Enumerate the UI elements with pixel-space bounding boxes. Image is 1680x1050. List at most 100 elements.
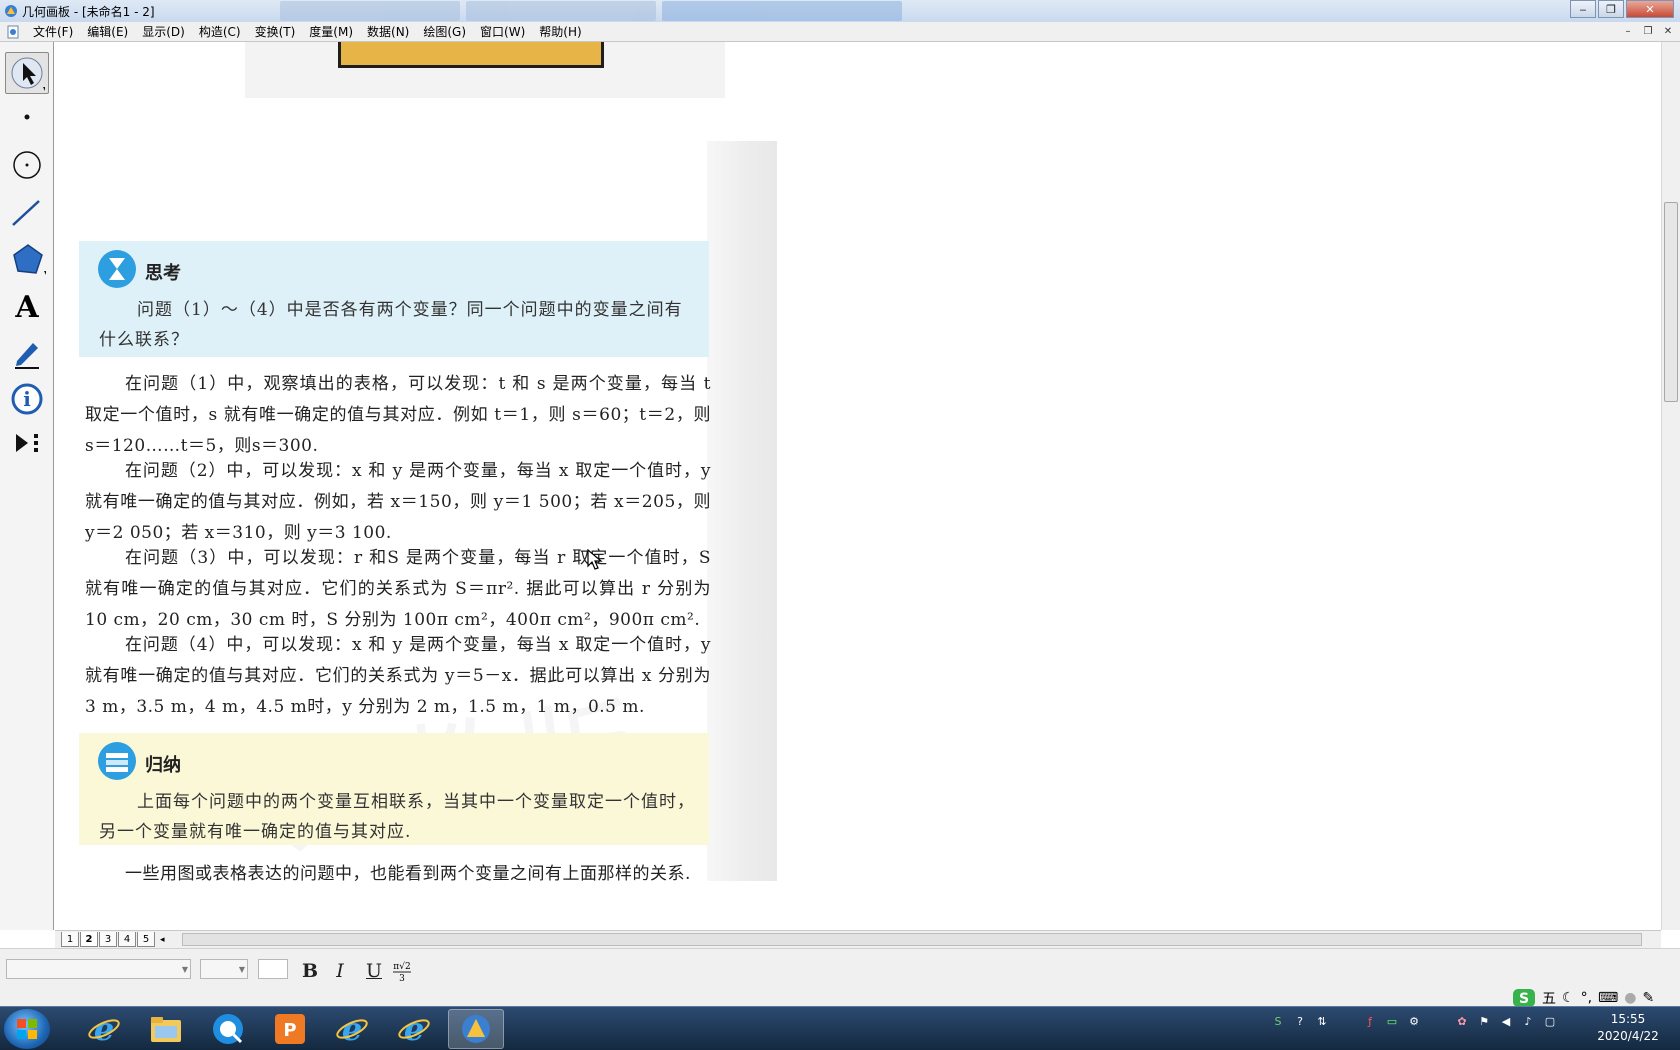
start-button[interactable] — [4, 1009, 50, 1049]
illustration-fragment — [338, 42, 604, 68]
bold-button[interactable]: B — [298, 959, 322, 983]
point-tool[interactable] — [5, 96, 49, 138]
keyboard-icon[interactable]: ⌨ — [1598, 990, 1618, 1006]
tray-volume-icon[interactable]: ♪ — [1520, 1013, 1536, 1029]
italic-button[interactable]: I — [328, 959, 352, 983]
tray-battery-icon[interactable]: ▭ — [1384, 1013, 1400, 1029]
taskbar-ie-2[interactable]: e — [324, 1009, 380, 1049]
background-window-tabs — [280, 0, 1040, 22]
text-color-button[interactable] — [258, 959, 288, 979]
document-icon[interactable] — [6, 25, 20, 39]
taskbar-qq-browser[interactable] — [200, 1009, 256, 1049]
tray-speaker-icon[interactable]: ◀ — [1498, 1013, 1514, 1029]
window-title: 几何画板 - [未命名1 - 2] — [22, 4, 155, 19]
tray-network-share-icon[interactable]: ⇅ — [1314, 1013, 1330, 1029]
half-width-icon[interactable]: ☾ — [1562, 990, 1575, 1006]
horizontal-scroll-thumb[interactable] — [183, 934, 1641, 945]
wps-presentation-icon: P — [275, 1014, 305, 1044]
marker-tool[interactable] — [5, 332, 49, 374]
text-a-icon: A — [15, 289, 39, 325]
wrench-icon[interactable]: ✎ — [1642, 990, 1654, 1006]
menu-construct[interactable]: 构造(C) — [192, 22, 248, 42]
custom-tool[interactable] — [5, 422, 49, 464]
straightedge-tool[interactable] — [5, 192, 49, 234]
vertical-scrollbar[interactable] — [1661, 42, 1680, 930]
scroll-left-icon[interactable]: ◂ — [160, 935, 165, 945]
sketch-canvas[interactable]: 人教版 思考 问题（1）～（4）中是否各有两个变量？同一个问题中的变量之间有什么… — [55, 42, 1661, 930]
tray-display-icon[interactable]: ▢ — [1542, 1013, 1558, 1029]
windows-logo-icon — [17, 1019, 37, 1039]
minimize-button[interactable]: ‒ — [1570, 0, 1596, 18]
tray-help-icon[interactable]: ? — [1292, 1013, 1308, 1029]
taskbar-wps[interactable]: P — [262, 1009, 318, 1049]
tray-update-icon[interactable]: ⚙ — [1406, 1013, 1422, 1029]
taskbar-ie-3[interactable]: e — [386, 1009, 442, 1049]
page-tab-3[interactable]: 3 — [99, 932, 117, 947]
doc-minimize-button[interactable]: – — [1620, 24, 1636, 39]
taskbar: e P e e S ? ⇅ ƒ ▭ ⚙ ✿ ⚑ ◀ ♪ ▢ 15:55 2020… — [0, 1006, 1680, 1050]
menu-graph[interactable]: 绘图(G) — [416, 22, 473, 42]
horizontal-scrollbar[interactable] — [182, 933, 1642, 946]
font-size-select[interactable]: ▼ — [200, 959, 248, 979]
summary-text: 上面每个问题中的两个变量互相联系，当其中一个变量取定一个值时，另一个变量就有唯一… — [99, 792, 695, 842]
menu-file[interactable]: 文件(F) — [26, 22, 80, 42]
tray-flower-icon[interactable]: ✿ — [1454, 1013, 1470, 1029]
summary-title: 归纳 — [145, 755, 181, 776]
font-family-select[interactable]: ▼ — [6, 959, 191, 979]
polygon-icon — [13, 244, 46, 275]
tray-flag-icon[interactable]: ⚑ — [1476, 1013, 1492, 1029]
title-bar: 几何画板 - [未命名1 - 2] — [0, 0, 1680, 22]
chevron-down-icon: ▼ — [181, 965, 188, 974]
menu-measure[interactable]: 度量(M) — [302, 22, 360, 42]
arrow-cursor-icon — [11, 57, 45, 91]
page-tab-1[interactable]: 1 — [61, 932, 79, 947]
think-text: 问题（1）～（4）中是否各有两个变量？同一个问题中的变量之间有什么联系？ — [99, 300, 683, 350]
system-tray: S ? ⇅ ƒ ▭ ⚙ ✿ ⚑ ◀ ♪ ▢ — [1270, 1013, 1558, 1029]
page-tab-5[interactable]: 5 — [137, 932, 155, 947]
svg-text:3: 3 — [399, 974, 405, 983]
svg-text:e: e — [404, 1012, 424, 1046]
maximize-button[interactable]: ❐ — [1598, 0, 1624, 18]
underline-button[interactable]: U — [362, 959, 386, 983]
line-segment-icon — [12, 200, 40, 226]
menu-display[interactable]: 显示(D) — [135, 22, 192, 42]
mouse-pointer-icon — [587, 549, 603, 570]
ime-mode[interactable]: 五 — [1542, 988, 1556, 1008]
page-tab-4[interactable]: 4 — [118, 932, 136, 947]
svg-text:e: e — [342, 1012, 362, 1046]
tray-flash-icon[interactable]: ƒ — [1362, 1013, 1378, 1029]
information-tool[interactable]: i — [5, 378, 49, 420]
doc-close-button[interactable]: ✕ — [1660, 24, 1676, 39]
internet-explorer-icon: e — [336, 1012, 368, 1046]
close-button[interactable]: ✕ — [1626, 0, 1674, 18]
text-tool[interactable]: A — [5, 286, 49, 328]
taskbar-sketchpad[interactable] — [448, 1009, 504, 1049]
menu-window[interactable]: 窗口(W) — [473, 22, 532, 42]
punctuation-icon[interactable]: °, — [1581, 990, 1592, 1006]
taskbar-clock[interactable]: 15:55 2020/4/22 — [1585, 1011, 1671, 1045]
arrow-select-tool[interactable] — [5, 52, 49, 94]
geometer-sketchpad-icon — [4, 4, 18, 18]
vertical-scroll-thumb[interactable] — [1664, 202, 1678, 402]
geometer-sketchpad-icon — [462, 1015, 490, 1043]
chevron-down-icon: ▼ — [238, 965, 245, 974]
tray-sogou-icon[interactable]: S — [1270, 1013, 1286, 1029]
internet-explorer-icon: e — [398, 1012, 430, 1046]
taskbar-ie-1[interactable]: e — [76, 1009, 132, 1049]
hourglass-icon — [98, 250, 136, 288]
compass-tool[interactable] — [5, 144, 49, 186]
math-format-button[interactable]: π√2 3 — [390, 959, 414, 983]
textbook-page-image: 人教版 思考 问题（1）～（4）中是否各有两个变量？同一个问题中的变量之间有什么… — [67, 141, 827, 884]
ime-toolbar[interactable]: S 五 ☾ °, ⌨ ● ✎ — [1512, 988, 1654, 1008]
paragraph-problem-4: 在问题（4）中，可以发现：x 和 y 是两个变量，每当 x 取定一个值时，y 就… — [85, 635, 711, 717]
polygon-tool[interactable] — [5, 238, 49, 280]
play-more-icon — [16, 434, 38, 452]
doc-restore-button[interactable]: ❐ — [1640, 24, 1656, 39]
menu-help[interactable]: 帮助(H) — [532, 22, 588, 42]
user-icon[interactable]: ● — [1624, 990, 1636, 1006]
menu-transform[interactable]: 变换(T) — [248, 22, 303, 42]
menu-data[interactable]: 数据(N) — [360, 22, 416, 42]
page-tab-2[interactable]: 2 — [80, 932, 98, 947]
taskbar-explorer[interactable] — [138, 1009, 194, 1049]
menu-edit[interactable]: 编辑(E) — [80, 22, 135, 42]
